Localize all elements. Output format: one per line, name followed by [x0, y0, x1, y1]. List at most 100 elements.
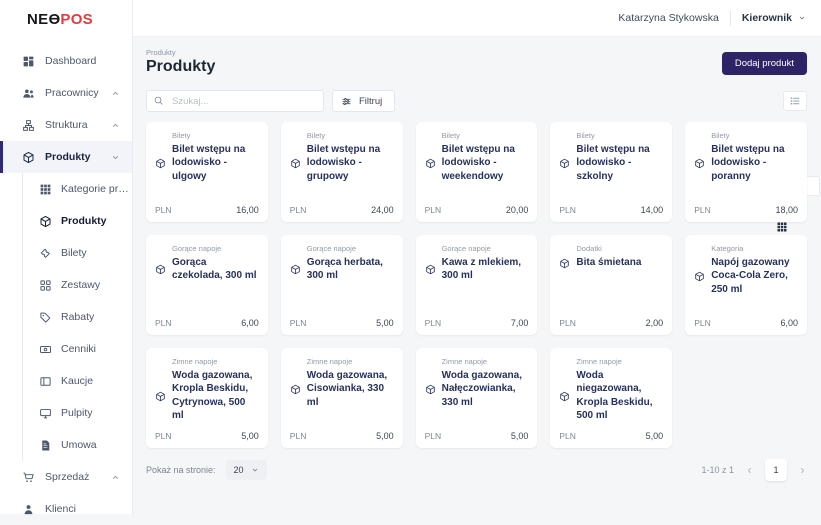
sidebar-item-klienci[interactable]: Klienci — [0, 493, 132, 525]
sidebar-subitem-pulpity[interactable]: Pulpity — [23, 397, 132, 429]
cube-icon — [22, 151, 35, 164]
product-card-body: Woda gazowana, Kropla Beskidu, Cytrynowa… — [155, 369, 259, 422]
breadcrumb[interactable]: Produkty — [146, 48, 176, 57]
product-currency: PLN — [424, 318, 442, 328]
sets-icon — [39, 279, 52, 292]
sidebar-item-struktura[interactable]: Struktura — [0, 109, 132, 141]
product-card-body: Woda niegazowana, Kropla Beskidu, 500 ml — [559, 369, 663, 422]
cube-icon — [425, 144, 436, 183]
product-price: 6,00 — [241, 318, 259, 328]
sidebar-item-label: Struktura — [45, 119, 88, 131]
product-currency: PLN — [694, 205, 711, 215]
role-dropdown[interactable]: Kierownik — [742, 12, 806, 24]
product-card[interactable]: Zimne napoje Woda niegazowana, Kropla Bes… — [550, 348, 673, 448]
product-card[interactable]: Gorące napoje Gorąca herbata, 300 ml PLN 5,… — [280, 235, 403, 335]
chevron-down-icon — [798, 14, 806, 22]
structure-icon — [22, 119, 35, 132]
user-name: Katarzyna Stykowska — [618, 12, 719, 24]
product-card[interactable]: Kategoria Napój gazowany Coca-Cola Zero, … — [685, 235, 807, 335]
product-name: Bita śmietana — [576, 257, 642, 268]
cube-icon — [425, 257, 436, 283]
sidebar-nav: Dashboard Pracownicy Struktura Produkty Kate… — [0, 45, 132, 525]
sidebar-item-label: Sprzedaż — [45, 471, 90, 483]
product-price-row: PLN 14,00 — [559, 205, 663, 215]
cube-icon — [290, 370, 301, 409]
discount-icon — [39, 311, 52, 324]
product-name: Woda gazowana, Nałęczowianka, 330 ml — [441, 370, 522, 408]
cube-icon — [559, 257, 570, 269]
product-currency: PLN — [424, 205, 442, 215]
product-price-row: PLN 5,00 — [290, 318, 394, 328]
product-price: 20,00 — [505, 205, 529, 215]
product-card[interactable]: Zimne napoje Woda gazowana, Cisowianka, 3… — [280, 348, 403, 448]
chevron-up-icon — [111, 473, 120, 482]
filter-button[interactable]: Filtruj — [332, 90, 396, 112]
product-card[interactable]: Bilety Bilet wstępu na lodowisko - porann… — [685, 122, 807, 222]
sidebar-subitem-produkty[interactable]: Produkty — [23, 205, 132, 237]
next-page-button[interactable] — [798, 466, 807, 475]
product-price-row: PLN 5,00 — [559, 431, 663, 441]
product-card[interactable]: Gorące napoje Kawa z mlekiem, 300 ml PLN 7,… — [415, 235, 538, 335]
product-card[interactable]: Bilety Bilet wstępu na lodowisko - szkoln… — [550, 122, 673, 222]
per-page-select[interactable]: 20 — [225, 460, 267, 480]
product-name: Bilet wstępu na lodowisko - szkolny — [576, 144, 650, 182]
sidebar-subitem-cenniki[interactable]: Cenniki — [23, 333, 132, 365]
sidebar-subitem-kategorie-produkt-w[interactable]: Kategorie produktów — [23, 173, 132, 205]
search-input[interactable] — [146, 90, 324, 112]
product-name: Woda gazowana, Cisowianka, 330 ml — [306, 370, 388, 408]
product-name: Woda gazowana, Kropla Beskidu, Cytrynowa… — [172, 370, 253, 421]
sidebar-item-produkty[interactable]: Produkty — [0, 141, 132, 173]
product-price: 18,00 — [775, 205, 798, 215]
cube-icon — [694, 144, 705, 183]
sidebar-subitem-umowa[interactable]: Umowa — [23, 429, 132, 461]
product-name: Bilet wstępu na lodowisko - grupowy — [306, 144, 381, 182]
header-divider — [729, 10, 731, 26]
pagination-bar: Pokaż na stronie: 20 1-10 z 1 1 — [146, 458, 807, 482]
chevron-right-icon — [798, 466, 807, 475]
product-card[interactable]: Zimne napoje Woda gazowana, Kropla Beskid… — [146, 348, 268, 448]
product-price: 7,00 — [510, 318, 529, 328]
sidebar-item-sprzeda[interactable]: Sprzedaż — [0, 461, 132, 493]
product-card-body: Gorąca herbata, 300 ml — [290, 256, 394, 283]
sidebar-submenu: Kategorie produktów Produkty Bilety Zestawy… — [22, 173, 132, 461]
product-price: 5,00 — [241, 431, 259, 441]
product-card[interactable]: Dodatki Bita śmietana PLN 2,00 — [550, 235, 673, 335]
sidebar-item-dashboard[interactable]: Dashboard — [0, 45, 132, 77]
sidebar-subitem-bilety[interactable]: Bilety — [23, 237, 132, 269]
product-card[interactable]: Bilety Bilet wstępu na lodowisko - weeken… — [415, 122, 538, 222]
sidebar-subitem-kaucje[interactable]: Kaucje — [23, 365, 132, 397]
add-product-button[interactable]: Dodaj produkt — [721, 52, 807, 75]
sidebar-item-label: Kaucje — [61, 375, 94, 387]
product-name: Gorąca herbata, 300 ml — [306, 257, 383, 282]
cube-icon — [290, 144, 301, 183]
product-price-row: PLN 18,00 — [694, 205, 798, 215]
product-card[interactable]: Bilety Bilet wstępu na lodowisko - grupow… — [280, 122, 403, 222]
sidebar-subitem-rabaty[interactable]: Rabaty — [23, 301, 132, 333]
view-toggles — [777, 91, 820, 232]
product-card-body: Bilet wstępu na lodowisko - grupowy — [290, 143, 394, 183]
product-card[interactable]: Gorące napoje Gorąca czekolada, 300 ml PLN… — [146, 235, 268, 335]
current-page-button[interactable]: 1 — [765, 459, 787, 481]
sidebar-item-label: Kategorie produktów — [61, 183, 132, 195]
product-price-row: PLN 2,00 — [559, 318, 663, 328]
product-card-body: Bilet wstępu na lodowisko - szkolny — [559, 143, 663, 183]
list-view-button[interactable] — [783, 91, 807, 111]
product-category: Zimne napoje — [306, 357, 353, 366]
sidebar-item-pracownicy[interactable]: Pracownicy — [0, 77, 132, 109]
chevron-up-icon — [111, 121, 120, 130]
sidebar-item-label: Umowa — [61, 439, 97, 451]
product-card[interactable]: Zimne napoje Woda gazowana, Nałęczowianka… — [415, 348, 538, 448]
sidebar-subitem-zestawy[interactable]: Zestawy — [23, 269, 132, 301]
product-category: Bilety — [711, 131, 730, 140]
product-card[interactable]: Bilety Bilet wstępu na lodowisko - ulgowy… — [146, 122, 268, 222]
per-page-value: 20 — [233, 465, 244, 475]
product-category: Bilety — [441, 131, 460, 140]
prev-page-button[interactable] — [745, 466, 754, 475]
sidebar-item-label: Dashboard — [45, 55, 97, 67]
pricelist-icon — [39, 343, 52, 356]
product-name: Gorąca czekolada, 300 ml — [172, 257, 257, 282]
product-currency: PLN — [694, 318, 711, 328]
product-price: 5,00 — [510, 431, 529, 441]
cube-icon — [559, 144, 570, 183]
product-name: Napój gazowany Coca-Cola Zero, 250 ml — [711, 257, 790, 295]
